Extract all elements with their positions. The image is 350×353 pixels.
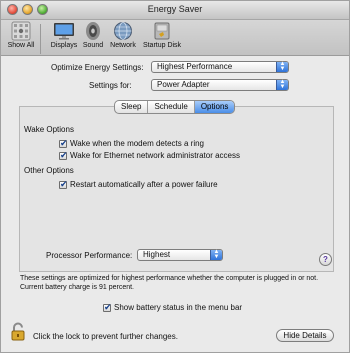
- wake-ethernet-checkbox[interactable]: ✔: [59, 150, 68, 160]
- toolbar: Show All Displays Sound Network Startup …: [1, 20, 349, 56]
- wake-modem-checkbox[interactable]: ✔: [59, 138, 68, 148]
- popup-arrows-icon: ▲ ▼: [210, 249, 222, 260]
- toolbar-label: Show All: [7, 42, 35, 49]
- checkmark-icon: ✔: [104, 302, 112, 312]
- title-bar: Energy Saver: [1, 1, 349, 20]
- lock-text: Click the lock to prevent further change…: [33, 332, 178, 341]
- optimize-popup[interactable]: Highest Performance ▲ ▼: [151, 61, 289, 73]
- energy-saver-window: Energy Saver Show All Displays Sound Net…: [0, 0, 350, 353]
- toolbar-label: Network: [110, 42, 136, 49]
- processor-value: Highest: [143, 250, 171, 259]
- toolbar-label: Startup Disk: [142, 42, 182, 49]
- speaker-icon: [82, 21, 104, 41]
- toolbar-startup-disk[interactable]: Startup Disk: [140, 21, 184, 49]
- other-options-heading: Other Options: [24, 166, 74, 175]
- toolbar-network[interactable]: Network: [108, 21, 138, 49]
- lock-icon[interactable]: [10, 322, 28, 342]
- optimize-label: Optimize Energy Settings:: [51, 63, 144, 72]
- toolbar-label: Displays: [50, 42, 78, 49]
- disk-icon: [151, 21, 173, 41]
- processor-label: Processor Performance:: [46, 251, 133, 260]
- checkmark-icon: ✔: [60, 150, 68, 160]
- globe-icon: [112, 21, 134, 41]
- optimize-value: Highest Performance: [157, 62, 233, 71]
- wake-options-heading: Wake Options: [24, 125, 74, 134]
- toolbar-separator: [40, 24, 41, 54]
- tab-options[interactable]: Options: [194, 101, 235, 113]
- processor-popup[interactable]: Highest ▲ ▼: [137, 249, 223, 261]
- note-line-2: Current battery charge is 91 percent.: [20, 284, 135, 291]
- toolbar-sound[interactable]: Sound: [82, 21, 104, 49]
- wake-ethernet-label: Wake for Ethernet network administrator …: [70, 151, 240, 160]
- popup-arrows-icon: ▲ ▼: [276, 61, 288, 72]
- help-button[interactable]: ?: [319, 253, 332, 266]
- popup-arrows-icon: ▲ ▼: [276, 79, 288, 90]
- checkmark-icon: ✔: [60, 179, 68, 189]
- settings-for-value: Power Adapter: [157, 80, 210, 89]
- apple-grid-icon: [10, 21, 32, 41]
- toolbar-displays[interactable]: Displays: [48, 21, 80, 49]
- settings-for-label: Settings for:: [89, 81, 132, 90]
- battery-note: These settings are optimized for highest…: [20, 274, 338, 292]
- battery-status-checkbox[interactable]: ✔: [103, 302, 112, 312]
- window-title: Energy Saver: [147, 4, 203, 14]
- tab-bar: Sleep Schedule Options: [114, 100, 236, 114]
- checkmark-icon: ✔: [60, 138, 68, 148]
- hide-details-button[interactable]: Hide Details: [276, 329, 334, 342]
- restart-label: Restart automatically after a power fail…: [70, 180, 218, 189]
- tab-schedule[interactable]: Schedule: [148, 101, 195, 113]
- toolbar-show-all[interactable]: Show All: [5, 21, 37, 49]
- display-icon: [53, 21, 75, 41]
- toolbar-label: Sound: [82, 42, 104, 49]
- note-line-1: These settings are optimized for highest…: [20, 275, 319, 282]
- wake-modem-label: Wake when the modem detects a ring: [70, 139, 204, 148]
- battery-status-label: Show battery status in the menu bar: [114, 303, 243, 312]
- restart-checkbox[interactable]: ✔: [59, 179, 68, 189]
- tab-sleep[interactable]: Sleep: [115, 101, 149, 113]
- settings-for-popup[interactable]: Power Adapter ▲ ▼: [151, 79, 289, 91]
